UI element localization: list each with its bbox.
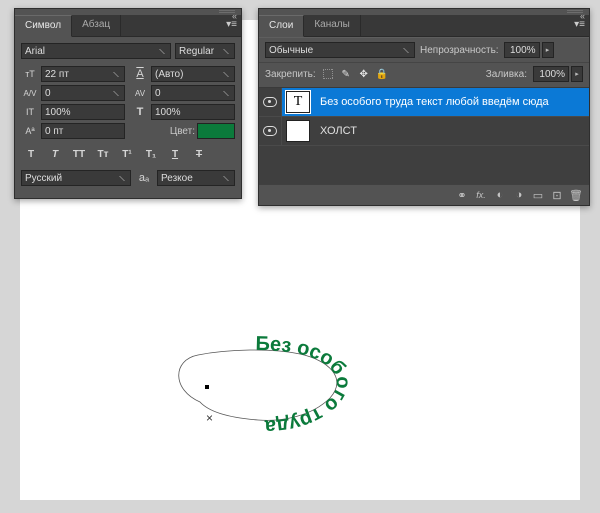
panel-tabs: Слои Каналы	[259, 15, 589, 37]
tab-symbol[interactable]: Символ	[15, 15, 72, 37]
layer-list: T Без особого труда текст любой введём с…	[259, 88, 589, 184]
faux-bold-button[interactable]: T	[21, 145, 41, 163]
tracking-select[interactable]: 0	[151, 85, 235, 101]
color-swatch[interactable]	[197, 123, 235, 139]
superscript-button[interactable]: T¹	[117, 145, 137, 163]
visibility-toggle[interactable]	[259, 88, 282, 116]
text-on-path-object[interactable]: Без особого труда ×	[160, 320, 380, 460]
font-family-select[interactable]: Arial	[21, 43, 171, 59]
language-select[interactable]: Русский	[21, 170, 131, 186]
baseline-input[interactable]	[41, 123, 125, 139]
all-caps-button[interactable]: TT	[69, 145, 89, 163]
eye-icon	[263, 126, 277, 136]
panel-menu-icon[interactable]: ▾≡	[574, 19, 585, 30]
eye-icon	[263, 97, 277, 107]
opacity-label: Непрозрачность:	[420, 45, 499, 56]
layer-row[interactable]: ХОЛСТ	[259, 117, 589, 146]
trash-icon[interactable]: 🗑	[569, 188, 583, 202]
layer-thumbnail-text[interactable]: T	[286, 91, 310, 113]
hscale-icon: T	[131, 105, 149, 119]
font-size-select[interactable]: 22 пт	[41, 66, 125, 82]
svg-text:×: ×	[206, 411, 213, 425]
tab-layers[interactable]: Слои	[259, 15, 304, 37]
tab-channels[interactable]: Каналы	[304, 15, 361, 36]
vscale-icon: IT	[21, 105, 39, 119]
layer-row[interactable]: T Без особого труда текст любой введём с…	[259, 88, 589, 117]
subscript-button[interactable]: T₁	[141, 145, 161, 163]
group-icon[interactable]: ▭	[531, 188, 545, 202]
lock-pixels-icon[interactable]: ✎	[340, 68, 352, 80]
leading-select[interactable]: (Авто)	[151, 66, 235, 82]
strikethrough-button[interactable]: T	[189, 145, 209, 163]
opacity-dropdown-icon[interactable]: ▸	[542, 42, 554, 58]
new-layer-icon[interactable]: ⊡	[550, 188, 564, 202]
color-label: Цвет:	[170, 126, 195, 137]
fx-icon[interactable]: fx.	[474, 188, 488, 202]
opacity-input[interactable]	[504, 42, 540, 58]
leading-icon: A	[131, 67, 149, 81]
font-style-select[interactable]: Regular	[175, 43, 235, 59]
character-panel: « Символ Абзац ▾≡ Arial Regular тТ 22 пт…	[14, 8, 242, 199]
hscale-input[interactable]	[151, 104, 235, 120]
antialias-icon: aₐ	[135, 171, 153, 185]
link-layers-icon[interactable]: ⚭	[455, 188, 469, 202]
baseline-icon: Aª	[21, 124, 39, 138]
lock-transparency-icon[interactable]	[322, 68, 334, 80]
layer-name[interactable]: Без особого труда текст любой введём сюд…	[314, 96, 589, 108]
adjustment-icon[interactable]: ◑	[512, 188, 526, 202]
fill-dropdown-icon[interactable]: ▸	[571, 66, 583, 82]
underline-button[interactable]: T	[165, 145, 185, 163]
visibility-toggle[interactable]	[259, 117, 282, 145]
kerning-select[interactable]: 0	[41, 85, 125, 101]
small-caps-button[interactable]: Tт	[93, 145, 113, 163]
kerning-icon: A/V	[21, 86, 39, 100]
faux-italic-button[interactable]: T	[45, 145, 65, 163]
lock-all-icon[interactable]: 🔒	[376, 68, 388, 80]
style-options-row: T T TT Tт T¹ T₁ T T	[21, 145, 235, 163]
vscale-input[interactable]	[41, 104, 125, 120]
tab-paragraph[interactable]: Абзац	[72, 15, 121, 36]
lock-position-icon[interactable]: ✥	[358, 68, 370, 80]
layers-panel: « Слои Каналы ▾≡ Обычные Непрозрачность:…	[258, 8, 590, 206]
layer-thumbnail-pixel[interactable]	[286, 120, 310, 142]
font-size-icon: тТ	[21, 67, 39, 81]
layer-name[interactable]: ХОЛСТ	[314, 125, 589, 137]
tracking-icon: AV	[131, 86, 149, 100]
fill-label: Заливка:	[486, 69, 527, 80]
panel-tabs: Символ Абзац	[15, 15, 241, 37]
lock-label: Закрепить:	[265, 69, 316, 80]
panel-menu-icon[interactable]: ▾≡	[226, 19, 237, 30]
mask-icon[interactable]: ◐	[493, 188, 507, 202]
panel-drag-bar[interactable]: «	[259, 9, 589, 15]
layers-footer: ⚭ fx. ◐ ◑ ▭ ⊡ 🗑	[259, 184, 589, 205]
antialias-select[interactable]: Резкое	[157, 170, 235, 186]
blend-mode-select[interactable]: Обычные	[265, 42, 415, 58]
svg-text:Без особого труда: Без особого труда	[255, 333, 354, 438]
fill-input[interactable]	[533, 66, 569, 82]
